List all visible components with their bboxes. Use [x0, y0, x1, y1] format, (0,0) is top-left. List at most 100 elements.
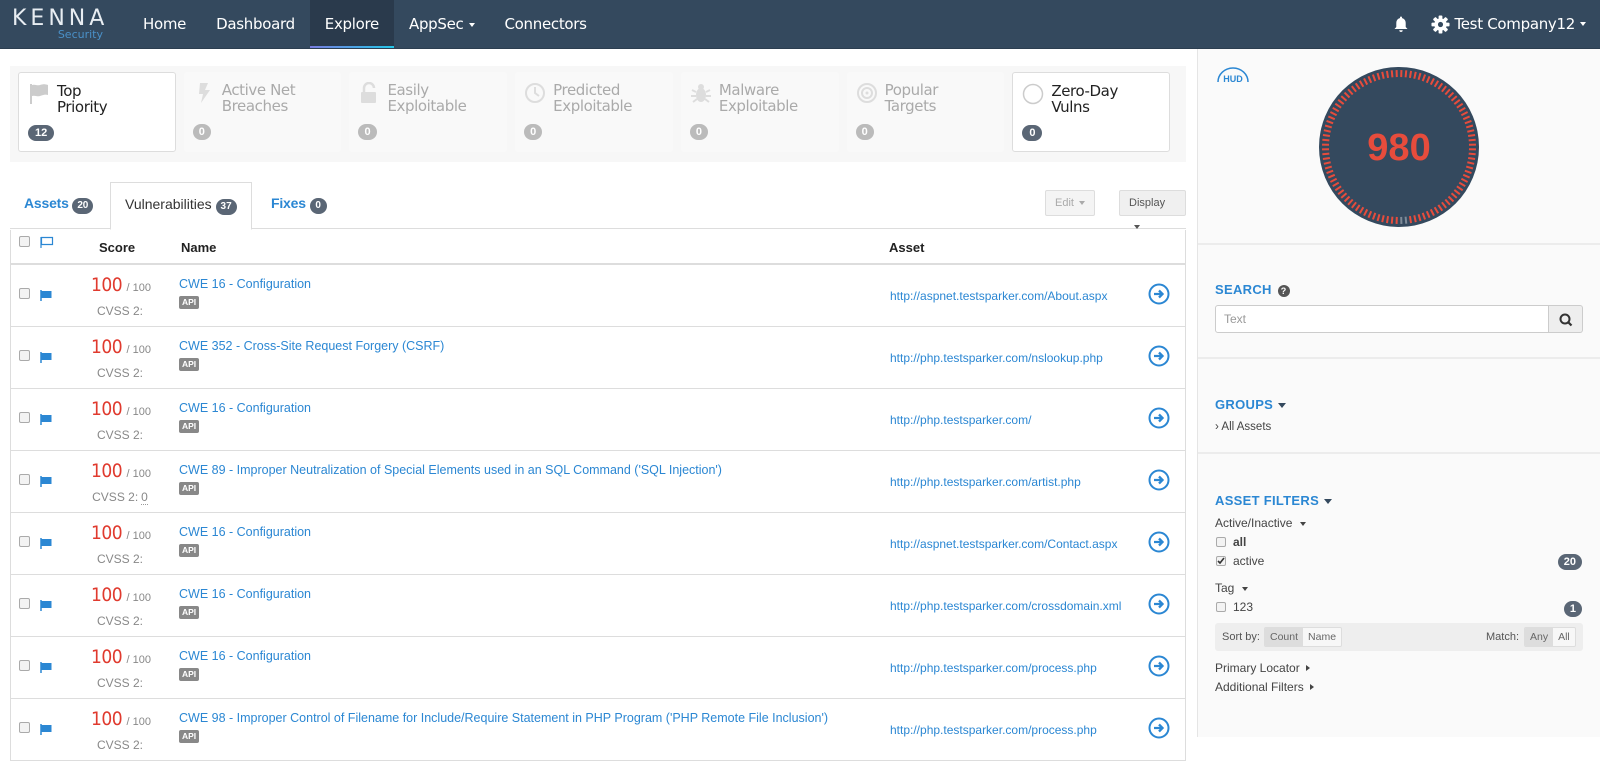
- nav-explore[interactable]: Explore: [310, 0, 394, 48]
- card-malware-exploitable[interactable]: MalwareExploitable 0: [681, 72, 839, 152]
- select-all-checkbox[interactable]: [19, 236, 30, 247]
- table-row: 100 / 100CVSS 2:CWE 16 - ConfigurationAP…: [11, 389, 1185, 451]
- api-tag: API: [179, 296, 199, 309]
- filter-active-checkbox[interactable]: [1216, 556, 1226, 566]
- asset-link[interactable]: http://php.testsparker.com/nslookup.php: [890, 351, 1103, 365]
- row-checkbox[interactable]: [19, 412, 30, 423]
- card-active-net-breaches[interactable]: Active NetBreaches 0: [184, 72, 342, 152]
- card-easily-exploitable[interactable]: EasilyExploitable 0: [349, 72, 507, 152]
- target-icon: [856, 82, 878, 104]
- row-checkbox[interactable]: [19, 474, 30, 485]
- score-value: 100: [91, 646, 122, 668]
- asset-link[interactable]: http://php.testsparker.com/artist.php: [890, 475, 1081, 489]
- cvss-cell: CVSS 2:: [91, 304, 149, 318]
- gauge-tick: [1322, 140, 1329, 141]
- asset-link[interactable]: http://php.testsparker.com/process.php: [890, 661, 1097, 675]
- filter-tag-123-checkbox[interactable]: [1216, 602, 1226, 612]
- match-any-option[interactable]: Any: [1525, 628, 1553, 646]
- arrow-circle-right-icon[interactable]: [1148, 593, 1170, 615]
- kenna-logo[interactable]: KENNA Security: [12, 6, 107, 44]
- filter-tag-header[interactable]: Tag: [1215, 581, 1248, 595]
- asset-link[interactable]: http://php.testsparker.com/: [890, 413, 1031, 427]
- asset-link[interactable]: http://php.testsparker.com/process.php: [890, 723, 1097, 737]
- vulnerability-name-link[interactable]: CWE 352 - Cross-Site Request Forgery (CS…: [179, 339, 444, 353]
- vulnerability-name-link[interactable]: CWE 98 - Improper Control of Filename fo…: [179, 711, 828, 725]
- row-checkbox[interactable]: [19, 350, 30, 361]
- asset-link[interactable]: http://php.testsparker.com/crossdomain.x…: [890, 599, 1121, 613]
- score-cell: 100 / 100: [89, 274, 151, 296]
- primary-locator-toggle[interactable]: Primary Locator: [1215, 661, 1310, 675]
- arrow-circle-right-icon[interactable]: [1148, 469, 1170, 491]
- card-count-badge: 0: [358, 124, 376, 140]
- vulnerability-name-link[interactable]: CWE 16 - Configuration: [179, 587, 311, 601]
- groups-title[interactable]: GROUPS: [1215, 397, 1286, 412]
- tab-assets[interactable]: Assets 20: [10, 182, 107, 229]
- row-checkbox[interactable]: [19, 536, 30, 547]
- display-button[interactable]: Display: [1119, 190, 1186, 216]
- search-button[interactable]: [1549, 305, 1583, 333]
- vulnerability-name-link[interactable]: CWE 16 - Configuration: [179, 277, 311, 291]
- table-row: 100 / 100CVSS 2:CWE 352 - Cross-Site Req…: [11, 327, 1185, 389]
- table-row: 100 / 100CVSS 2:CWE 16 - ConfigurationAP…: [11, 637, 1185, 699]
- filter-active-inactive-header[interactable]: Active/Inactive: [1215, 516, 1306, 530]
- sort-count-option[interactable]: Count: [1265, 628, 1303, 646]
- card-zero-day-vulns[interactable]: Zero-DayVulns 0: [1012, 72, 1170, 152]
- row-checkbox[interactable]: [19, 598, 30, 609]
- arrow-circle-right-icon[interactable]: [1148, 407, 1170, 429]
- arrow-circle-right-icon[interactable]: [1148, 655, 1170, 677]
- match-all-option[interactable]: All: [1553, 628, 1575, 646]
- vulnerability-name-link[interactable]: CWE 16 - Configuration: [179, 649, 311, 663]
- card-popular-targets[interactable]: PopularTargets 0: [847, 72, 1005, 152]
- flag-icon[interactable]: [40, 600, 52, 611]
- column-header-name[interactable]: Name: [181, 240, 216, 255]
- filter-all-checkbox[interactable]: [1216, 537, 1226, 547]
- flag-icon[interactable]: [40, 662, 52, 673]
- bell-icon[interactable]: [1393, 15, 1409, 33]
- tab-fixes[interactable]: Fixes 0: [257, 182, 341, 229]
- card-top-priority[interactable]: TopPriority 12: [18, 72, 176, 152]
- arrow-circle-right-icon[interactable]: [1148, 531, 1170, 553]
- nav-appsec[interactable]: AppSec: [394, 0, 490, 48]
- flag-icon[interactable]: [40, 724, 52, 735]
- asset-link[interactable]: http://aspnet.testsparker.com/Contact.as…: [890, 537, 1117, 551]
- column-header-score[interactable]: Score: [99, 240, 135, 255]
- arrow-circle-right-icon[interactable]: [1148, 717, 1170, 739]
- cvss-label: CVSS 2:: [97, 738, 143, 752]
- score-cell: 100 / 100: [89, 708, 151, 730]
- vulnerability-name-link[interactable]: CWE 16 - Configuration: [179, 525, 311, 539]
- hud-logo-icon[interactable]: HUD: [1215, 66, 1251, 86]
- flag-icon[interactable]: [40, 290, 52, 301]
- flag-icon[interactable]: [40, 538, 52, 549]
- vulnerability-name-link[interactable]: CWE 16 - Configuration: [179, 401, 311, 415]
- asset-link[interactable]: http://aspnet.testsparker.com/About.aspx: [890, 289, 1107, 303]
- vulnerability-name-link[interactable]: CWE 89 - Improper Neutralization of Spec…: [179, 463, 722, 477]
- nav-home[interactable]: Home: [128, 0, 201, 48]
- search-input[interactable]: [1215, 305, 1549, 333]
- row-checkbox[interactable]: [19, 660, 30, 671]
- arrow-circle-right-icon[interactable]: [1148, 283, 1170, 305]
- arrow-circle-right-icon[interactable]: [1148, 345, 1170, 367]
- card-predicted-exploitable[interactable]: PredictedExploitable 0: [515, 72, 673, 152]
- company-menu[interactable]: Test Company12: [1431, 15, 1586, 34]
- column-header-asset[interactable]: Asset: [889, 240, 924, 255]
- asset-filters-title[interactable]: ASSET FILTERS: [1215, 493, 1332, 508]
- risk-score-value: 980: [1367, 127, 1430, 169]
- tab-vulnerabilities[interactable]: Vulnerabilities 37: [110, 182, 252, 230]
- group-all-assets[interactable]: › All Assets: [1215, 421, 1271, 433]
- flag-outline-icon[interactable]: [40, 236, 54, 248]
- edit-button[interactable]: Edit: [1045, 190, 1095, 216]
- table-row: 100 / 100CVSS 2:0CWE 89 - Improper Neutr…: [11, 451, 1185, 513]
- nav-explore-label: Explore: [325, 15, 379, 33]
- nav-dashboard[interactable]: Dashboard: [201, 0, 310, 48]
- additional-filters-toggle[interactable]: Additional Filters: [1215, 680, 1314, 694]
- flag-icon[interactable]: [40, 414, 52, 425]
- row-checkbox[interactable]: [19, 288, 30, 299]
- sort-name-option[interactable]: Name: [1303, 628, 1341, 646]
- gauge-tick: [1323, 158, 1330, 159]
- help-icon[interactable]: ?: [1278, 285, 1290, 297]
- flag-icon[interactable]: [40, 476, 52, 487]
- nav-connectors[interactable]: Connectors: [490, 0, 602, 48]
- score-cell: 100 / 100: [89, 398, 151, 420]
- flag-icon[interactable]: [40, 352, 52, 363]
- row-checkbox[interactable]: [19, 722, 30, 733]
